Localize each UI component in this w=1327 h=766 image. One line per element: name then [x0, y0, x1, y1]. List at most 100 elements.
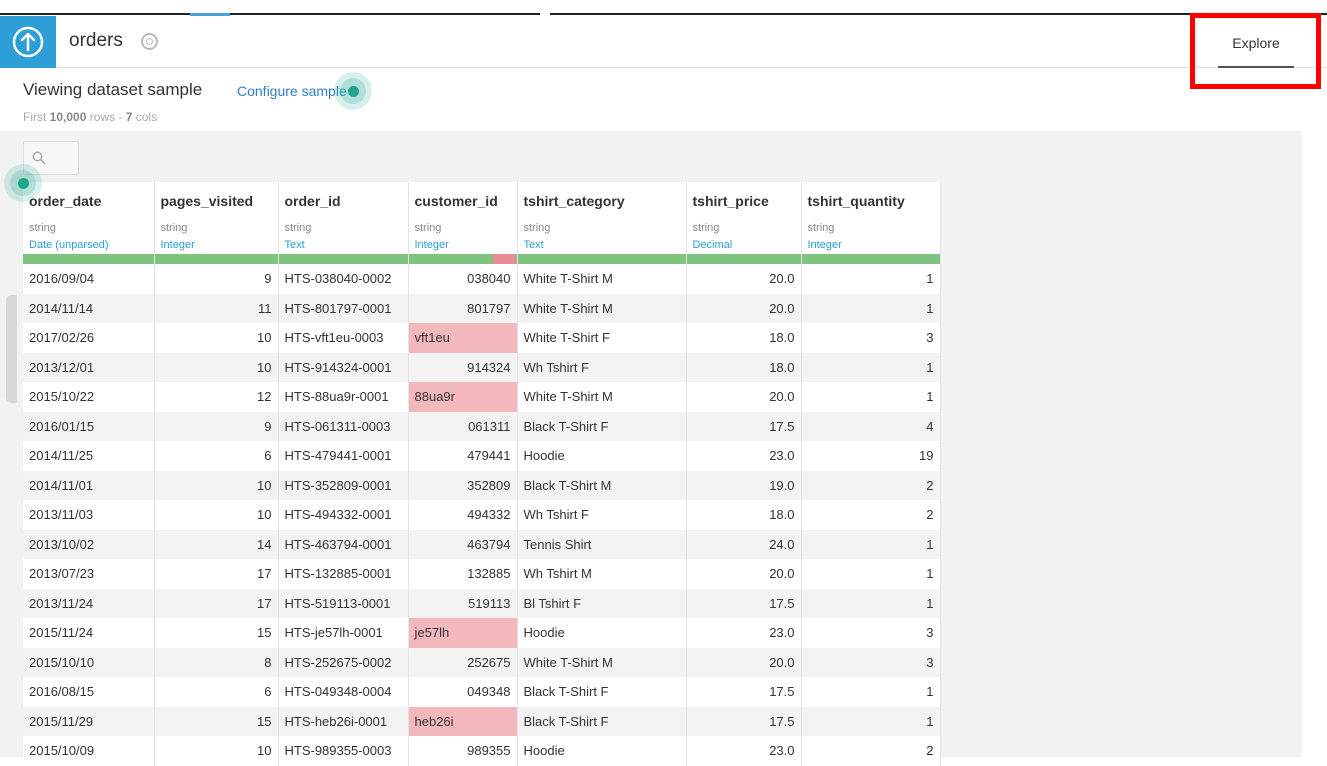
- table-row[interactable]: 2013/12/01 10 HTS-914324-0001 914324 Wh Tshi…: [23, 352, 941, 382]
- table-cell[interactable]: 10: [154, 352, 279, 382]
- table-cell[interactable]: 1: [801, 588, 941, 618]
- table-cell[interactable]: 494332: [408, 500, 518, 530]
- table-cell[interactable]: 061311: [408, 411, 518, 441]
- invalid-cell[interactable]: heb26i: [408, 706, 518, 736]
- table-cell[interactable]: Black T-Shirt F: [517, 677, 687, 707]
- table-cell[interactable]: White T-Shirt M: [517, 382, 687, 412]
- table-cell[interactable]: 2016/08/15: [23, 677, 155, 707]
- table-cell[interactable]: 2015/10/22: [23, 382, 155, 412]
- table-cell[interactable]: 1: [801, 677, 941, 707]
- table-cell[interactable]: 6: [154, 441, 279, 471]
- table-cell[interactable]: 20.0: [686, 647, 802, 677]
- table-row[interactable]: 2014/11/14 11 HTS-801797-0001 801797 White T…: [23, 293, 941, 323]
- table-cell[interactable]: 9: [154, 264, 279, 294]
- table-cell[interactable]: HTS-989355-0003: [278, 736, 409, 766]
- hint-pulse-icon[interactable]: [334, 72, 372, 110]
- table-cell[interactable]: HTS-061311-0003: [278, 411, 409, 441]
- table-cell[interactable]: 20.0: [686, 264, 802, 294]
- table-cell[interactable]: HTS-252675-0002: [278, 647, 409, 677]
- table-cell[interactable]: Tennis Shirt: [517, 529, 687, 559]
- table-cell[interactable]: Bl Tshirt F: [517, 588, 687, 618]
- table-cell[interactable]: 17: [154, 588, 279, 618]
- invalid-cell[interactable]: je57lh: [408, 618, 518, 648]
- table-cell[interactable]: 3: [801, 647, 941, 677]
- table-cell[interactable]: 10: [154, 470, 279, 500]
- column-header-customer-id[interactable]: customer_id string Integer: [408, 182, 518, 264]
- table-row[interactable]: 2015/10/22 12 HTS-88ua9r-0001 88ua9r White T…: [23, 382, 941, 412]
- column-meaning[interactable]: Integer: [161, 239, 272, 251]
- table-row[interactable]: 2015/11/24 15 HTS-je57lh-0001 je57lh Hoodie 2…: [23, 618, 941, 648]
- table-cell[interactable]: 519113: [408, 588, 518, 618]
- table-cell[interactable]: 2015/11/24: [23, 618, 155, 648]
- table-row[interactable]: 2014/11/01 10 HTS-352809-0001 352809 Black T…: [23, 470, 941, 500]
- table-cell[interactable]: Hoodie: [517, 618, 687, 648]
- table-cell[interactable]: 1: [801, 529, 941, 559]
- table-cell[interactable]: 23.0: [686, 736, 802, 766]
- table-cell[interactable]: HTS-049348-0004: [278, 677, 409, 707]
- table-cell[interactable]: 252675: [408, 647, 518, 677]
- table-cell[interactable]: 24.0: [686, 529, 802, 559]
- table-cell[interactable]: 23.0: [686, 441, 802, 471]
- table-cell[interactable]: Hoodie: [517, 736, 687, 766]
- table-cell[interactable]: HTS-914324-0001: [278, 352, 409, 382]
- table-cell[interactable]: 17.5: [686, 677, 802, 707]
- column-meaning[interactable]: Text: [285, 239, 402, 251]
- table-cell[interactable]: Black T-Shirt M: [517, 470, 687, 500]
- table-cell[interactable]: 1: [801, 382, 941, 412]
- table-cell[interactable]: 17.5: [686, 411, 802, 441]
- table-cell[interactable]: 2: [801, 500, 941, 530]
- table-cell[interactable]: 2014/11/14: [23, 293, 155, 323]
- table-cell[interactable]: 20.0: [686, 559, 802, 589]
- table-cell[interactable]: 11: [154, 293, 279, 323]
- table-cell[interactable]: 463794: [408, 529, 518, 559]
- table-cell[interactable]: 2014/11/25: [23, 441, 155, 471]
- table-cell[interactable]: 18.0: [686, 352, 802, 382]
- table-cell[interactable]: 989355: [408, 736, 518, 766]
- table-cell[interactable]: HTS-801797-0001: [278, 293, 409, 323]
- column-meaning[interactable]: Text: [524, 239, 680, 251]
- table-cell[interactable]: 3: [801, 618, 941, 648]
- table-row[interactable]: 2013/07/23 17 HTS-132885-0001 132885 Wh Tshi…: [23, 559, 941, 589]
- table-cell[interactable]: 17.5: [686, 588, 802, 618]
- table-cell[interactable]: HTS-479441-0001: [278, 441, 409, 471]
- table-cell[interactable]: 9: [154, 411, 279, 441]
- table-cell[interactable]: 2013/12/01: [23, 352, 155, 382]
- table-cell[interactable]: 10: [154, 323, 279, 353]
- table-cell[interactable]: 3: [801, 323, 941, 353]
- table-cell[interactable]: 4: [801, 411, 941, 441]
- invalid-cell[interactable]: 88ua9r: [408, 382, 518, 412]
- configure-sample-link[interactable]: Configure sample: [237, 83, 347, 99]
- table-cell[interactable]: 10: [154, 736, 279, 766]
- table-cell[interactable]: White T-Shirt M: [517, 293, 687, 323]
- table-cell[interactable]: 18.0: [686, 323, 802, 353]
- column-header-pages-visited[interactable]: pages_visited string Integer: [154, 182, 279, 264]
- table-cell[interactable]: White T-Shirt M: [517, 264, 687, 294]
- table-cell[interactable]: 2016/09/04: [23, 264, 155, 294]
- column-meaning[interactable]: Decimal: [693, 239, 795, 251]
- table-cell[interactable]: 15: [154, 618, 279, 648]
- table-cell[interactable]: 1: [801, 559, 941, 589]
- table-cell[interactable]: 19.0: [686, 470, 802, 500]
- table-row[interactable]: 2016/01/15 9 HTS-061311-0003 061311 Black T-…: [23, 411, 941, 441]
- table-cell[interactable]: 2: [801, 470, 941, 500]
- table-cell[interactable]: 479441: [408, 441, 518, 471]
- column-header-order-id[interactable]: order_id string Text: [278, 182, 409, 264]
- table-cell[interactable]: 2017/02/26: [23, 323, 155, 353]
- table-row[interactable]: 2013/10/02 14 HTS-463794-0001 463794 Tennis …: [23, 529, 941, 559]
- table-cell[interactable]: 049348: [408, 677, 518, 707]
- column-header-tshirt-category[interactable]: tshirt_category string Text: [517, 182, 687, 264]
- column-header-tshirt-price[interactable]: tshirt_price string Decimal: [686, 182, 802, 264]
- table-cell[interactable]: Hoodie: [517, 441, 687, 471]
- table-cell[interactable]: Wh Tshirt M: [517, 559, 687, 589]
- table-cell[interactable]: 18.0: [686, 500, 802, 530]
- table-cell[interactable]: 17: [154, 559, 279, 589]
- upload-arrow-icon[interactable]: [0, 16, 56, 68]
- table-row[interactable]: 2015/10/09 10 HTS-989355-0003 989355 Hoodie 2…: [23, 736, 941, 766]
- hint-pulse-icon[interactable]: [4, 164, 42, 202]
- table-cell[interactable]: HTS-je57lh-0001: [278, 618, 409, 648]
- table-cell[interactable]: HTS-vft1eu-0003: [278, 323, 409, 353]
- table-cell[interactable]: 038040: [408, 264, 518, 294]
- table-row[interactable]: 2016/09/04 9 HTS-038040-0002 038040 White T-…: [23, 264, 941, 294]
- table-cell[interactable]: 6: [154, 677, 279, 707]
- table-cell[interactable]: 801797: [408, 293, 518, 323]
